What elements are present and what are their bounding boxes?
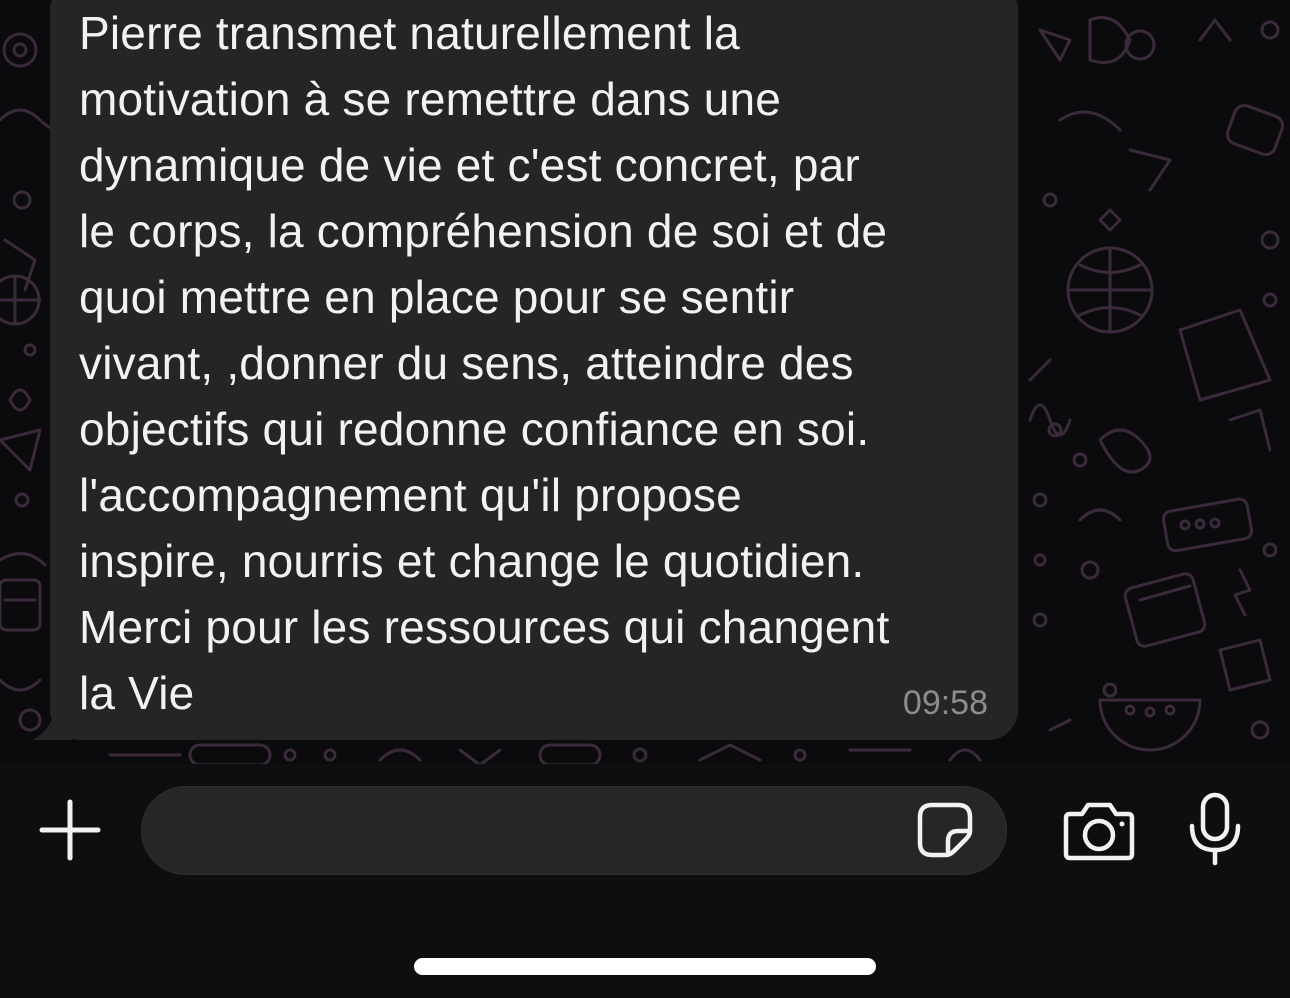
message-input[interactable] — [172, 787, 916, 876]
camera-icon[interactable] — [1062, 800, 1136, 862]
message-timestamp: 09:58 — [902, 684, 988, 722]
home-indicator[interactable] — [414, 958, 876, 975]
chat-screen: Pierre transmet naturellement la motivat… — [0, 0, 1290, 998]
plus-icon[interactable] — [38, 798, 102, 862]
chat-area[interactable]: Pierre transmet naturellement la motivat… — [0, 0, 1290, 764]
sticker-icon[interactable] — [916, 801, 974, 859]
message-input-field[interactable] — [141, 786, 1007, 876]
incoming-message-bubble[interactable]: Pierre transmet naturellement la motivat… — [50, 0, 1018, 740]
microphone-icon[interactable] — [1186, 792, 1244, 866]
message-text: Pierre transmet naturellement la motivat… — [79, 7, 890, 719]
